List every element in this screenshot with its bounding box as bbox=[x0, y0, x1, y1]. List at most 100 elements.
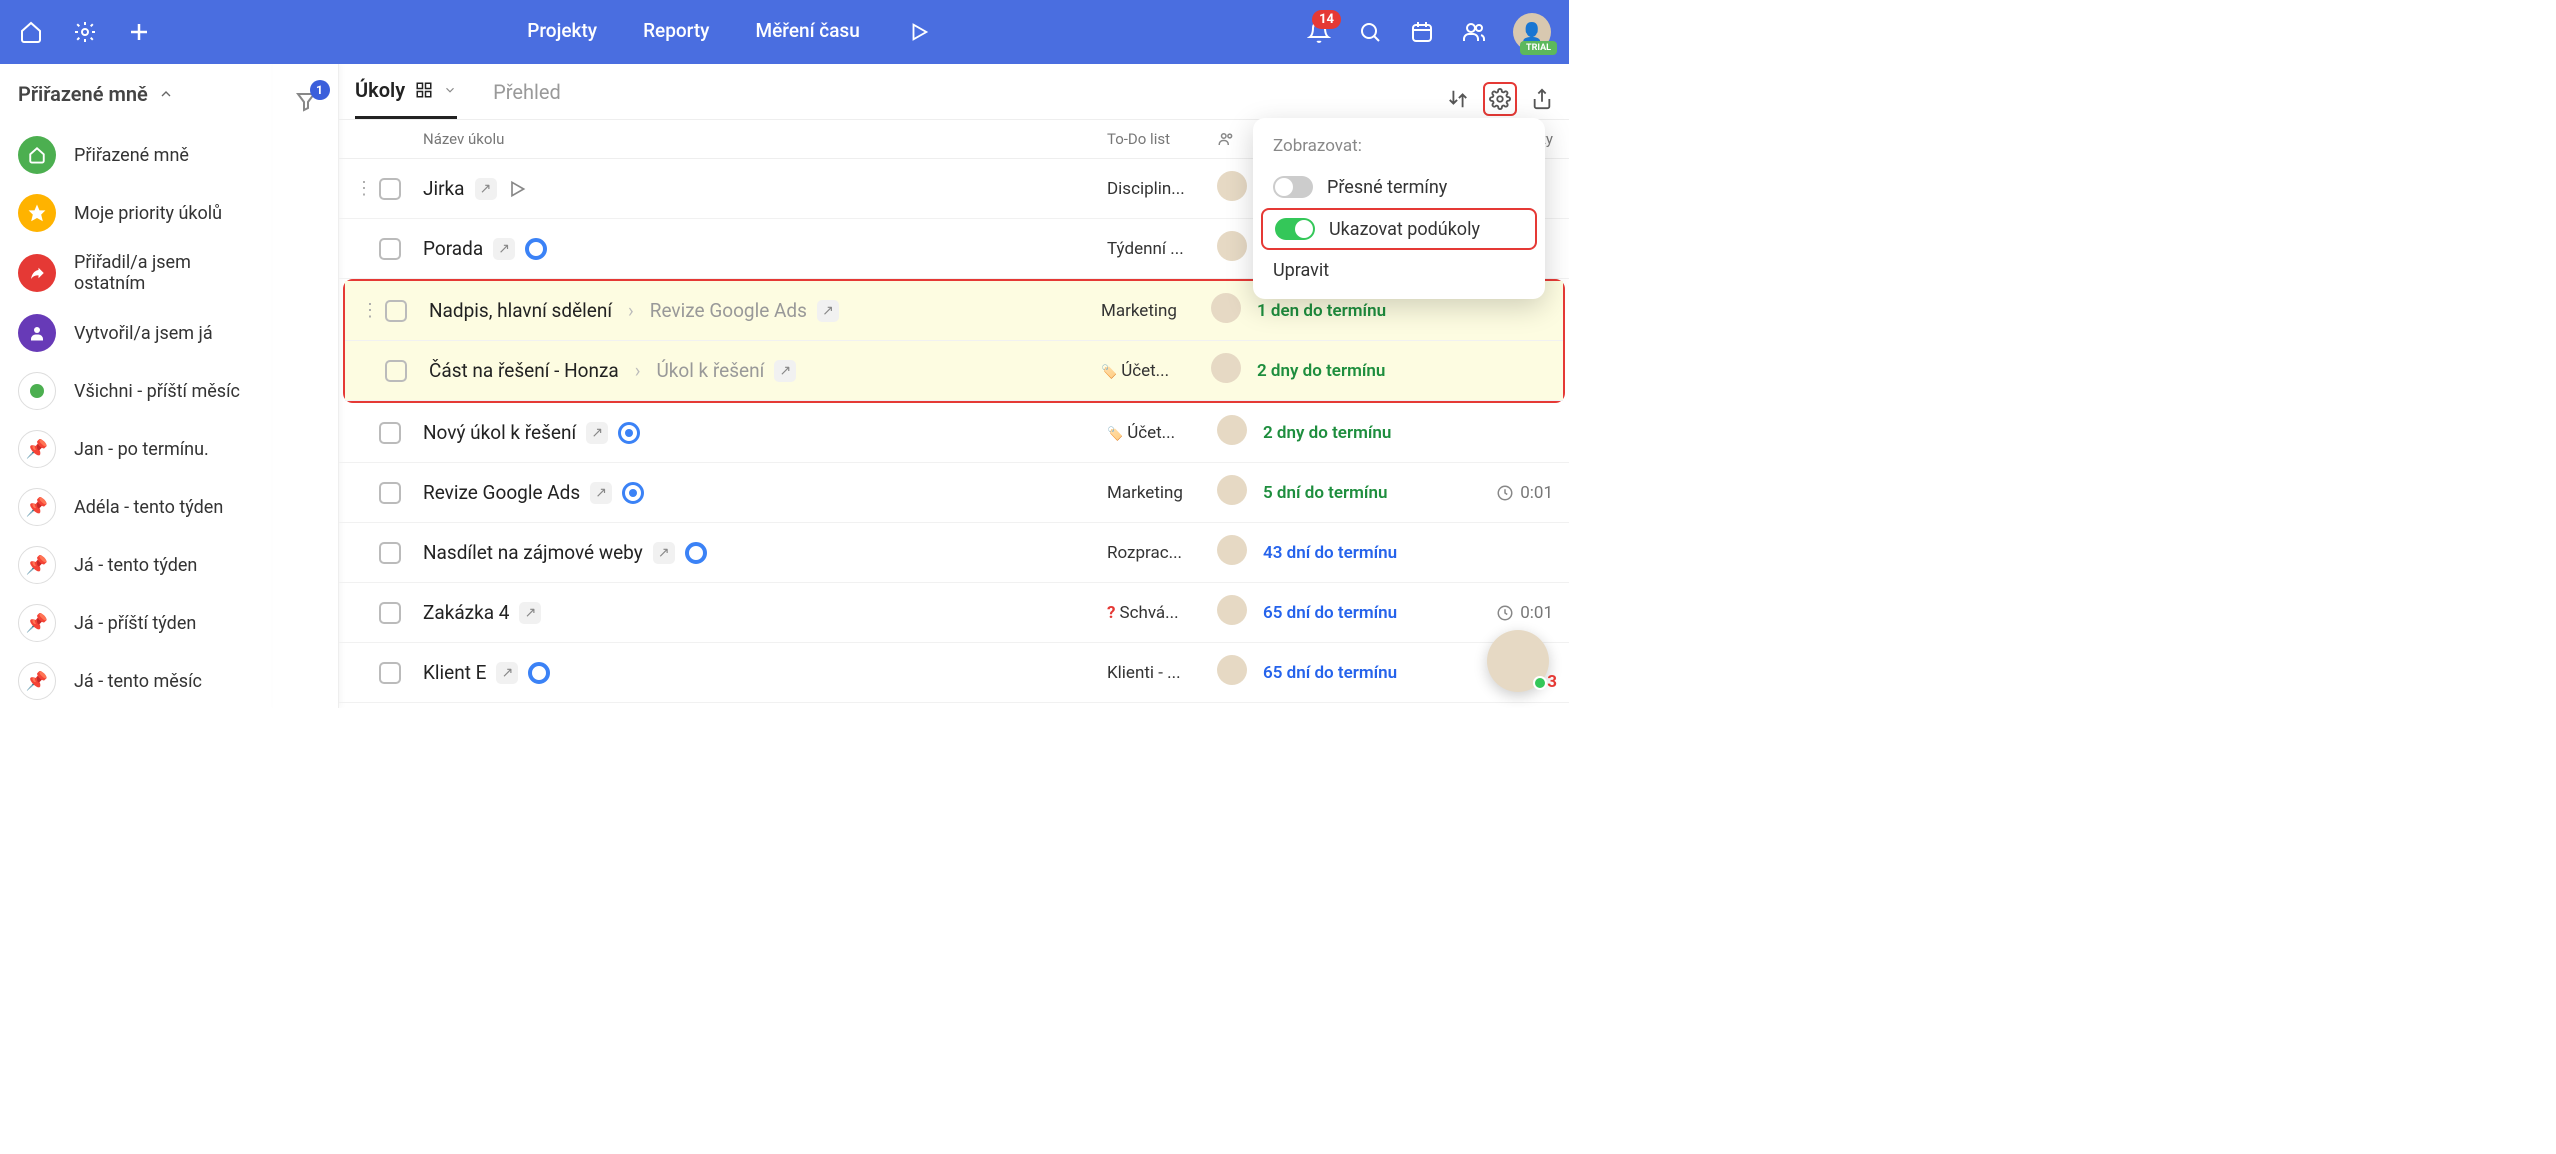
task-row[interactable]: ⋮účetnictví 07/20242🏷️Účet...72 dní do t… bbox=[339, 703, 1569, 708]
status-ring-icon bbox=[525, 238, 547, 260]
todo-cell: 🏷️Účet... bbox=[1107, 423, 1217, 443]
play-icon[interactable] bbox=[507, 179, 527, 199]
todo-cell: Týdenní ... bbox=[1107, 239, 1217, 259]
open-icon[interactable]: ↗ bbox=[475, 178, 497, 200]
online-dot bbox=[1533, 676, 1547, 690]
content: Úkoly Přehled bbox=[339, 64, 1569, 708]
opt-show-subtasks[interactable]: Ukazovat podúkoly bbox=[1261, 208, 1537, 250]
sidebar-item[interactable]: 📌Adéla - tento týden bbox=[14, 478, 259, 536]
opt-exact-dates[interactable]: Přesné termíny bbox=[1253, 166, 1545, 208]
task-row[interactable]: ⋮Zakázka 4↗?Schvá...65 dní do termínu0:0… bbox=[339, 583, 1569, 643]
filter-panel[interactable]: 1 bbox=[273, 64, 339, 708]
plus-icon[interactable] bbox=[126, 19, 152, 45]
floating-chat-avatar[interactable]: 3 bbox=[1487, 630, 1549, 692]
open-icon[interactable]: ↗ bbox=[817, 300, 839, 322]
assignee-avatar[interactable] bbox=[1217, 475, 1263, 510]
drag-handle-icon[interactable]: ⋮ bbox=[355, 178, 379, 199]
toggle-show-subtasks[interactable] bbox=[1275, 218, 1315, 240]
clock-icon bbox=[1496, 604, 1514, 622]
opt-edit[interactable]: Upravit bbox=[1253, 250, 1545, 291]
sidebar: Přiřazené mně Přiřazené mněMoje priority… bbox=[0, 64, 273, 708]
grid-icon bbox=[415, 81, 433, 99]
task-row[interactable]: ⋮Nasdílet na zájmové weby↗Rozprac...43 d… bbox=[339, 523, 1569, 583]
sidebar-item[interactable]: Moje priority úkolů bbox=[14, 184, 259, 242]
task-row[interactable]: ⋮Nový úkol k řešení↗🏷️Účet...2 dny do te… bbox=[339, 403, 1569, 463]
status-ring-icon bbox=[685, 542, 707, 564]
task-checkbox[interactable] bbox=[379, 238, 401, 260]
open-icon[interactable]: ↗ bbox=[653, 542, 675, 564]
task-name: Porada bbox=[423, 237, 483, 260]
sidebar-header[interactable]: Přiřazené mně bbox=[14, 82, 259, 106]
sort-icon[interactable] bbox=[1447, 88, 1469, 110]
tab-overview[interactable]: Přehled bbox=[493, 80, 561, 118]
assignee-avatar[interactable] bbox=[1217, 535, 1263, 570]
task-checkbox[interactable] bbox=[379, 662, 401, 684]
task-row[interactable]: ⋮Revize Google Ads↗Marketing5 dní do ter… bbox=[339, 463, 1569, 523]
gear-icon[interactable] bbox=[72, 19, 98, 45]
nav-reports[interactable]: Reporty bbox=[643, 19, 709, 45]
open-icon[interactable]: ↗ bbox=[493, 238, 515, 260]
tab-tasks[interactable]: Úkoly bbox=[355, 78, 457, 119]
todo-cell: Klienti - ... bbox=[1107, 663, 1217, 683]
open-icon[interactable]: ↗ bbox=[774, 360, 796, 382]
opt-edit-label: Upravit bbox=[1273, 260, 1329, 281]
sidebar-item[interactable]: Vytvořil/a jsem já bbox=[14, 304, 259, 362]
sidebar-item[interactable]: Přiřadil/a jsem ostatním bbox=[14, 242, 259, 304]
task-name: Revize Google Ads bbox=[423, 481, 580, 504]
sidebar-item-label: Adéla - tento týden bbox=[74, 497, 223, 518]
task-checkbox[interactable] bbox=[379, 482, 401, 504]
home-icon[interactable] bbox=[18, 19, 44, 45]
rest-value: 0:01 bbox=[1520, 603, 1553, 623]
share-icon[interactable] bbox=[1531, 88, 1553, 110]
task-row[interactable]: ⋮Klient E↗Klienti - ...65 dní do termínu bbox=[339, 643, 1569, 703]
people-icon[interactable] bbox=[1461, 19, 1487, 45]
sidebar-item[interactable]: Přiřazené mně bbox=[14, 126, 259, 184]
status-ring-icon bbox=[528, 662, 550, 684]
task-checkbox[interactable] bbox=[379, 178, 401, 200]
nav-projects[interactable]: Projekty bbox=[527, 19, 597, 45]
chevron-up-icon bbox=[158, 86, 174, 102]
todo-cell: Marketing bbox=[1101, 301, 1211, 321]
open-icon[interactable]: ↗ bbox=[496, 662, 518, 684]
clock-icon bbox=[1496, 484, 1514, 502]
task-checkbox[interactable] bbox=[379, 542, 401, 564]
task-name: Nový úkol k řešení bbox=[423, 421, 576, 444]
sidebar-item-label: Přiřadil/a jsem ostatním bbox=[74, 252, 255, 294]
sidebar-item[interactable]: Všichni - příští měsíc bbox=[14, 362, 259, 420]
tab-overview-label: Přehled bbox=[493, 80, 561, 104]
open-icon[interactable]: ↗ bbox=[519, 602, 541, 624]
task-name: Část na řešení - Honza bbox=[429, 359, 619, 382]
open-icon[interactable]: ↗ bbox=[586, 422, 608, 444]
toggle-exact-dates[interactable] bbox=[1273, 176, 1313, 198]
task-checkbox[interactable] bbox=[385, 360, 407, 382]
deadline-cell: 2 dny do termínu bbox=[1257, 361, 1457, 381]
view-settings-icon[interactable] bbox=[1483, 82, 1517, 116]
assignee-avatar[interactable] bbox=[1211, 293, 1257, 328]
view-settings-popover: Zobrazovat: Přesné termíny Ukazovat podú… bbox=[1253, 118, 1545, 299]
task-checkbox[interactable] bbox=[379, 422, 401, 444]
task-name: Nasdílet na zájmové weby bbox=[423, 541, 643, 564]
task-row[interactable]: ⋮Část na řešení - Honza›Úkol k řešení ↗🏷… bbox=[345, 341, 1563, 401]
sidebar-item[interactable]: 📌Jan - po termínu. bbox=[14, 420, 259, 478]
task-checkbox[interactable] bbox=[385, 300, 407, 322]
search-icon[interactable] bbox=[1357, 19, 1383, 45]
task-checkbox[interactable] bbox=[379, 602, 401, 624]
task-breadcrumb: Revize Google Ads bbox=[650, 299, 807, 322]
user-avatar[interactable]: 👤 TRIAL bbox=[1513, 13, 1551, 51]
open-icon[interactable]: ↗ bbox=[590, 482, 612, 504]
drag-handle-icon[interactable]: ⋮ bbox=[361, 300, 385, 321]
sidebar-item[interactable]: 📌Já - tento měsíc bbox=[14, 652, 259, 708]
assignee-avatar[interactable] bbox=[1217, 655, 1263, 690]
notifications-icon[interactable]: 14 bbox=[1307, 20, 1331, 44]
todo-cell: 🏷️Účet... bbox=[1101, 361, 1211, 381]
nav-time-tracking[interactable]: Měření času bbox=[756, 19, 860, 45]
sidebar-item-label: Všichni - příští měsíc bbox=[74, 381, 240, 402]
sidebar-item[interactable]: 📌Já - tento týden bbox=[14, 536, 259, 594]
assignee-avatar[interactable] bbox=[1217, 415, 1263, 450]
play-nav-icon[interactable] bbox=[906, 19, 932, 45]
assignee-avatar[interactable] bbox=[1211, 353, 1257, 388]
time-cell: 0:01 bbox=[1463, 483, 1553, 503]
sidebar-item[interactable]: 📌Já - příští týden bbox=[14, 594, 259, 652]
calendar-icon[interactable] bbox=[1409, 19, 1435, 45]
assignee-avatar[interactable] bbox=[1217, 595, 1263, 630]
